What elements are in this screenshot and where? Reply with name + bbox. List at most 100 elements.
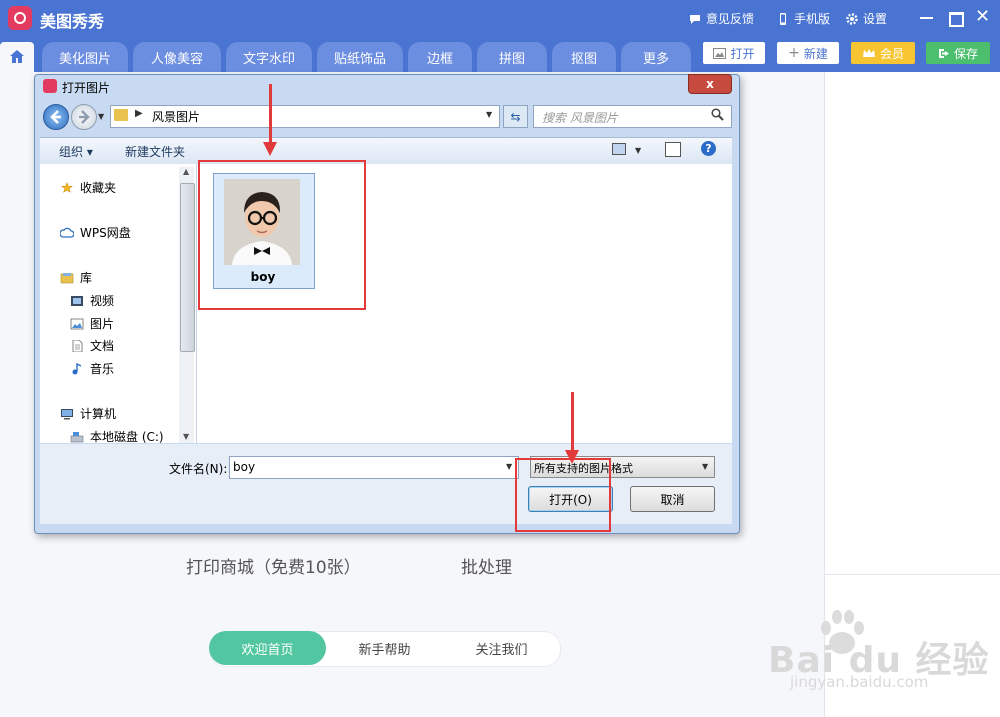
home-tab[interactable] — [0, 42, 34, 72]
open-button[interactable]: 打开 — [703, 42, 765, 64]
nav-label: 计算机 — [80, 407, 117, 421]
nav-wps-drive[interactable]: WPS网盘 — [60, 224, 131, 241]
meitu-logo-icon — [8, 6, 32, 30]
filename-input[interactable] — [229, 456, 519, 479]
annotation-arrow-down-icon — [565, 450, 579, 464]
search-icon[interactable] — [711, 108, 724, 121]
vip-button[interactable]: 会员 — [851, 42, 915, 64]
nav-label: WPS网盘 — [80, 226, 131, 240]
organize-menu[interactable]: 组织 ▾ — [59, 143, 93, 160]
file-type-dropdown-icon[interactable]: ▼ — [702, 462, 708, 471]
tab-follow-us[interactable]: 关注我们 — [443, 631, 560, 665]
nav-music[interactable]: 音乐 — [70, 360, 114, 377]
document-icon — [72, 339, 83, 352]
preview-pane-icon[interactable] — [665, 142, 681, 157]
settings-link[interactable]: 设置 — [846, 10, 887, 27]
feedback-link[interactable]: 意见反馈 — [689, 10, 754, 27]
history-dropdown-icon[interactable]: ▼ — [98, 112, 104, 121]
view-dropdown-icon[interactable]: ▼ — [635, 146, 641, 155]
address-dropdown-icon[interactable]: ▼ — [486, 110, 492, 119]
export-icon — [938, 48, 949, 58]
home-icon — [10, 50, 24, 63]
annotation-highlight-file — [198, 160, 366, 310]
tab-cutout[interactable]: 抠图 — [552, 42, 616, 72]
app-title: 美图秀秀 — [40, 12, 105, 31]
annotation-highlight-open — [515, 458, 611, 532]
nav-documents[interactable]: 文档 — [70, 337, 114, 354]
library-icon — [60, 272, 74, 283]
tab-frames[interactable]: 边框 — [408, 42, 472, 72]
feedback-label: 意见反馈 — [706, 12, 755, 26]
tab-beginner-help[interactable]: 新手帮助 — [326, 631, 443, 665]
navigation-pane — [40, 164, 197, 443]
tab-portrait[interactable]: 人像美容 — [133, 42, 221, 72]
phone-icon — [780, 12, 786, 25]
tab-collage[interactable]: 拼图 — [477, 42, 547, 72]
nav-local-disk-c[interactable]: 本地磁盘 (C:) — [70, 428, 164, 445]
back-arrow-icon[interactable] — [43, 104, 69, 130]
view-mode-icon[interactable] — [612, 143, 626, 155]
crown-icon — [862, 49, 875, 57]
dialog-app-icon — [43, 79, 57, 93]
nav-computer[interactable]: 计算机 — [60, 405, 116, 422]
star-icon — [61, 181, 73, 193]
breadcrumb-chevron-icon[interactable]: ▶ — [135, 108, 143, 119]
print-mall-link[interactable]: 打印商城（免费10张） — [186, 553, 361, 578]
annotation-arrow-down-icon — [263, 142, 277, 156]
filename-label: 文件名(N): — [169, 462, 228, 476]
filename-dropdown-icon[interactable]: ▼ — [506, 462, 512, 471]
tab-stickers[interactable]: 贴纸饰品 — [317, 42, 403, 72]
picture-icon — [70, 318, 84, 329]
tab-text-watermark[interactable]: 文字水印 — [226, 42, 312, 72]
dialog-close-button[interactable]: x — [688, 74, 732, 94]
nav-label: 视频 — [90, 294, 115, 308]
new-button[interactable]: + 新建 — [777, 42, 839, 64]
search-placeholder: 搜索 风景图片 — [542, 111, 618, 125]
chat-bubble-icon — [690, 14, 700, 24]
nav-label: 收藏夹 — [80, 181, 117, 195]
window-close-icon[interactable]: ✕ — [975, 8, 990, 26]
save-button[interactable]: 保存 — [926, 42, 990, 64]
mobile-version-link[interactable]: 手机版 — [777, 10, 830, 27]
minimize-icon[interactable] — [920, 17, 933, 19]
new-folder-button[interactable]: 新建文件夹 — [125, 143, 185, 160]
nav-library[interactable]: 库 — [60, 269, 92, 286]
refresh-icon: ⇆ — [510, 109, 521, 124]
refresh-button[interactable]: ⇆ — [503, 105, 528, 128]
music-icon — [72, 362, 82, 374]
image-icon — [713, 47, 727, 59]
nav-scrollbar-thumb[interactable] — [180, 183, 195, 352]
forward-arrow-icon[interactable] — [71, 104, 97, 130]
vip-label: 会员 — [879, 46, 904, 61]
tab-more[interactable]: 更多 — [621, 42, 691, 72]
folder-icon — [114, 109, 128, 121]
computer-icon — [61, 408, 73, 419]
scroll-down-icon[interactable]: ▼ — [183, 432, 189, 441]
nav-label: 文档 — [90, 339, 115, 353]
dialog-title: 打开图片 — [62, 81, 111, 95]
baidu-watermark-url: jingyan.baidu.com — [790, 673, 929, 691]
cloud-icon — [60, 227, 74, 238]
dialog-cancel-button[interactable]: 取消 — [630, 486, 715, 512]
panel-divider — [824, 574, 1000, 575]
nav-videos[interactable]: 视频 — [70, 292, 114, 309]
help-icon[interactable]: ? — [701, 141, 716, 156]
breadcrumb-folder[interactable]: 风景图片 — [152, 108, 200, 125]
batch-process-link[interactable]: 批处理 — [461, 553, 512, 578]
nav-label: 库 — [80, 271, 93, 285]
open-label: 打开 — [730, 46, 755, 61]
filename-value: boy — [233, 460, 256, 474]
tab-welcome-home[interactable]: 欢迎首页 — [209, 631, 326, 665]
nav-label: 音乐 — [90, 362, 115, 376]
save-label: 保存 — [953, 46, 978, 61]
video-icon — [71, 295, 83, 306]
nav-pictures[interactable]: 图片 — [70, 315, 114, 332]
gear-icon — [846, 12, 858, 25]
tab-beautify[interactable]: 美化图片 — [42, 42, 128, 72]
new-label: 新建 — [803, 46, 828, 61]
nav-favorites[interactable]: 收藏夹 — [60, 179, 116, 196]
maximize-icon[interactable] — [949, 12, 964, 27]
disk-icon — [70, 431, 84, 442]
scroll-up-icon[interactable]: ▲ — [183, 167, 189, 176]
nav-label: 本地磁盘 (C:) — [90, 430, 164, 444]
